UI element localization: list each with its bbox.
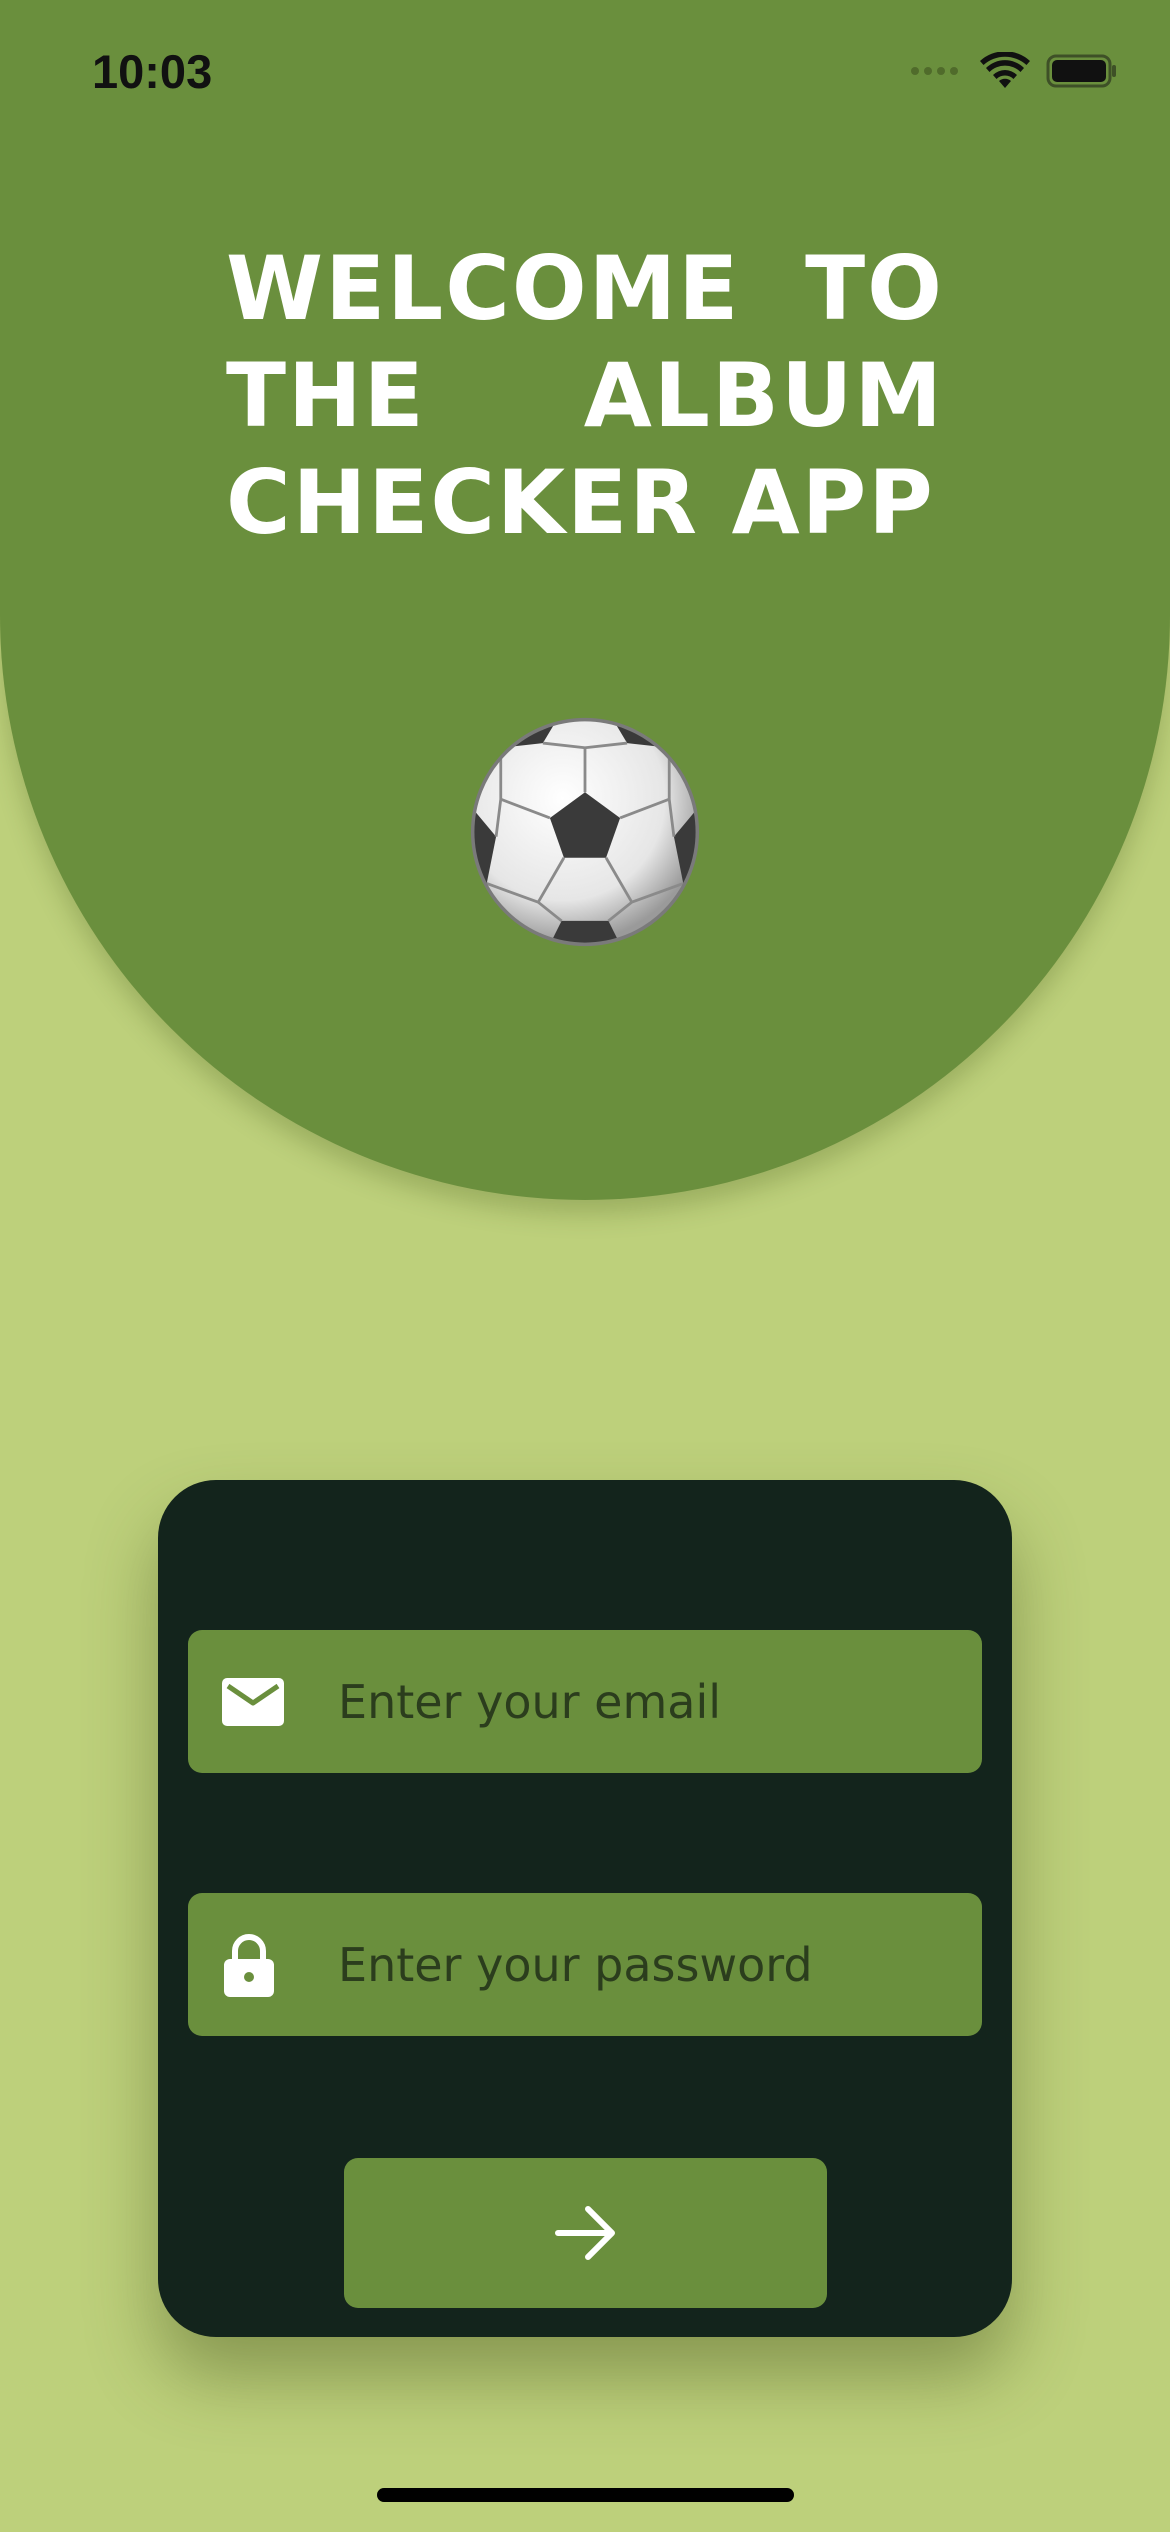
email-input[interactable] <box>338 1630 958 1773</box>
login-card <box>158 1480 1012 2337</box>
welcome-title: WELCOME TO THE ALBUM CHECKER APP <box>226 237 944 554</box>
wifi-icon <box>980 52 1030 88</box>
mail-icon <box>222 1630 284 1773</box>
arrow-right-icon <box>554 2206 615 2260</box>
password-input[interactable] <box>338 1893 958 2036</box>
home-indicator[interactable] <box>377 2488 794 2502</box>
password-field[interactable] <box>188 1893 982 2036</box>
status-icons <box>911 52 1118 90</box>
hero-header: 10:03 WELCOME TO THE ALBUM CHECKER APP <box>0 0 1170 1200</box>
submit-button[interactable] <box>344 2158 827 2308</box>
battery-icon <box>1046 54 1116 88</box>
status-time: 10:03 <box>92 45 213 98</box>
soccer-ball-icon <box>470 717 700 947</box>
email-field[interactable] <box>188 1630 982 1773</box>
cellular-signal-icon <box>911 67 958 75</box>
lock-icon <box>222 1893 276 2036</box>
